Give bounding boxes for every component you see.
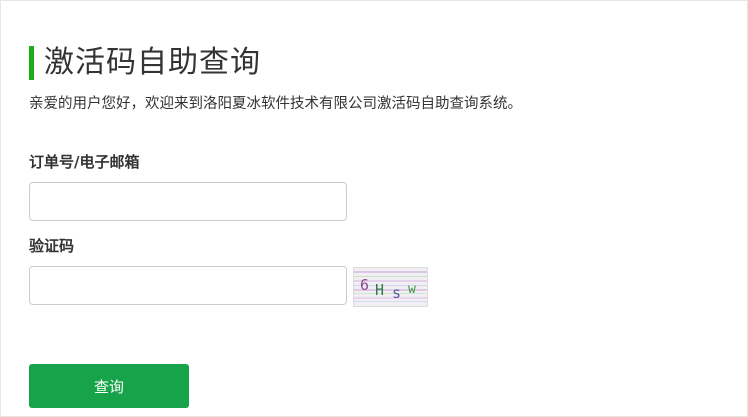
captcha-label: 验证码 [29, 237, 75, 255]
activation-query-page: 激活码自助查询 亲爱的用户您好，欢迎来到洛阳夏冰软件技术有限公司激活码自助查询系… [0, 0, 748, 417]
captcha-char: w [408, 282, 416, 297]
captcha-char: s [392, 284, 401, 302]
query-button[interactable]: 查询 [29, 364, 189, 408]
order-email-label: 订单号/电子邮箱 [29, 153, 140, 171]
captcha-image[interactable]: 6 H s w [353, 267, 428, 307]
order-email-input[interactable] [29, 182, 347, 221]
page-title-row: 激活码自助查询 [29, 45, 261, 81]
title-accent-bar [29, 46, 34, 80]
captcha-input[interactable] [29, 266, 347, 305]
captcha-char: 6 [360, 276, 369, 294]
captcha-char: H [375, 281, 384, 299]
captcha-image-graphic: 6 H s w [354, 268, 427, 306]
welcome-message: 亲爱的用户您好，欢迎来到洛阳夏冰软件技术有限公司激活码自助查询系统。 [29, 96, 522, 112]
page-title: 激活码自助查询 [44, 45, 261, 80]
